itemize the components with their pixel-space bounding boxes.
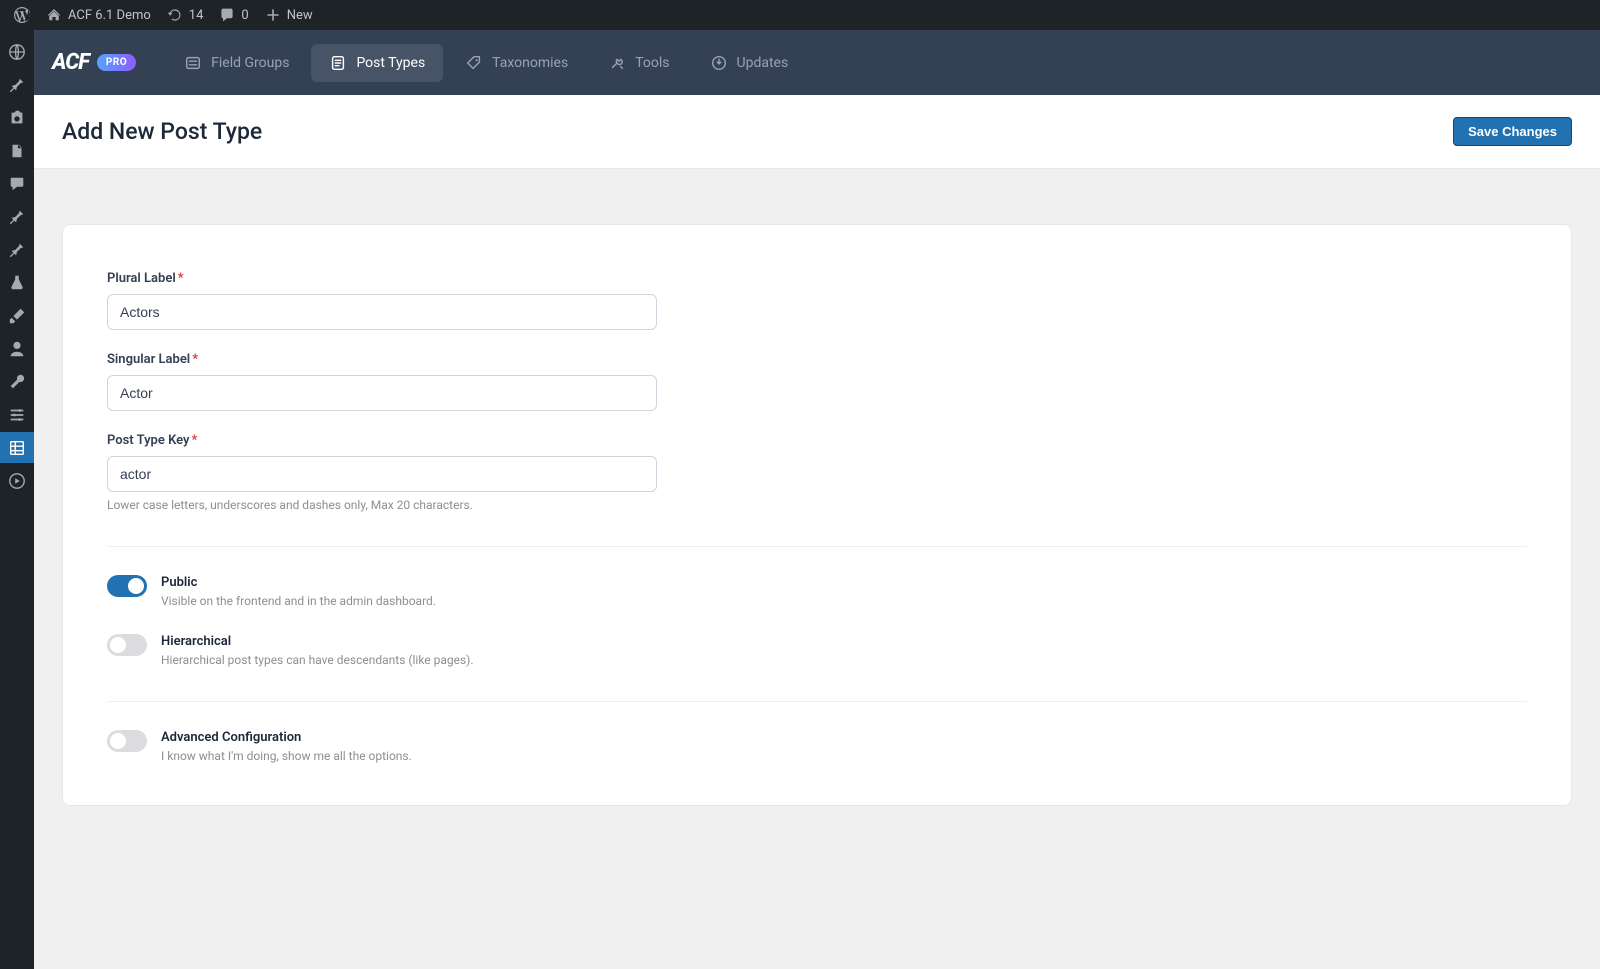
acf-header: ACF PRO Field Groups Post Types Taxonomi… [34,30,1600,95]
plural-label-input[interactable] [107,294,657,330]
public-label: Public [161,575,436,590]
updates-count: 14 [189,8,204,23]
media-icon [8,109,26,127]
wp-sidebar [0,30,34,969]
sidebar-item-dashboard[interactable] [0,36,34,67]
lab-icon [8,274,26,292]
key-label: Post Type Key* [107,433,657,448]
plus-icon [265,7,281,23]
field-singular-label: Singular Label* [107,352,657,411]
advanced-label: Advanced Configuration [161,730,412,745]
wp-logo[interactable] [6,7,38,23]
divider [107,546,1527,547]
page-titlebar: Add New Post Type Save Changes [34,95,1600,169]
sidebar-item-tools[interactable] [0,366,34,397]
sidebar-item-users[interactable] [0,333,34,364]
pro-badge: PRO [97,54,136,71]
nav-tools[interactable]: Tools [590,44,687,82]
nav-taxonomies[interactable]: Taxonomies [447,44,586,82]
nav-field-groups[interactable]: Field Groups [166,44,307,82]
singular-label-label: Singular Label* [107,352,657,367]
site-link[interactable]: ACF 6.1 Demo [38,7,159,23]
settings-card: Plural Label* Singular Label* Post Type … [62,224,1572,806]
comment-icon [219,7,235,23]
wrench-icon [8,373,26,391]
wp-adminbar: ACF 6.1 Demo 14 0 New [0,0,1600,30]
nav-post-types[interactable]: Post Types [311,44,443,82]
acf-nav: Field Groups Post Types Taxonomies Tools… [166,44,806,82]
field-plural-label: Plural Label* [107,271,657,330]
new-link[interactable]: New [257,7,321,23]
grid-icon [8,439,26,457]
sidebar-item-pin1[interactable] [0,69,34,100]
post-icon [329,54,347,72]
main-content: ACF PRO Field Groups Post Types Taxonomi… [34,30,1600,969]
comments-link[interactable]: 0 [211,7,256,23]
nav-label: Taxonomies [492,55,568,71]
advanced-switch[interactable] [107,730,147,752]
pin-icon [8,208,26,226]
chat-icon [8,175,26,193]
pin-icon [8,241,26,259]
public-desc: Visible on the frontend and in the admin… [161,594,436,608]
required-indicator: * [192,352,198,367]
sidebar-item-pin2[interactable] [0,201,34,232]
public-switch[interactable] [107,575,147,597]
toggle-public: Public Visible on the frontend and in th… [107,575,1527,608]
plural-label-label: Plural Label* [107,271,657,286]
sidebar-item-appearance[interactable] [0,300,34,331]
key-input[interactable] [107,456,657,492]
book-icon [8,142,26,160]
singular-label-input[interactable] [107,375,657,411]
site-name: ACF 6.1 Demo [68,8,151,23]
acf-logo-wrap: ACF PRO [52,50,136,75]
sidebar-item-acf[interactable] [0,432,34,463]
required-indicator: * [178,271,184,286]
advanced-desc: I know what I'm doing, show me all the o… [161,749,412,763]
sidebar-item-comments[interactable] [0,168,34,199]
play-icon [8,472,26,490]
nav-updates[interactable]: Updates [692,44,807,82]
list-icon [184,54,202,72]
toggle-advanced: Advanced Configuration I know what I'm d… [107,730,1527,763]
nav-label: Field Groups [211,55,289,71]
hierarchical-desc: Hierarchical post types can have descend… [161,653,474,667]
sidebar-item-media[interactable] [0,102,34,133]
refresh-icon [167,7,183,23]
toggle-hierarchical: Hierarchical Hierarchical post types can… [107,634,1527,667]
comments-count: 0 [241,8,248,23]
home-icon [46,7,62,23]
new-label: New [287,8,313,23]
updates-link[interactable]: 14 [159,7,212,23]
nav-label: Tools [635,55,669,71]
nav-label: Post Types [356,55,425,71]
pin-icon [8,76,26,94]
brush-icon [8,307,26,325]
download-icon [710,54,728,72]
page-title: Add New Post Type [62,118,262,145]
divider [107,701,1527,702]
sidebar-item-lab[interactable] [0,267,34,298]
key-help: Lower case letters, underscores and dash… [107,498,657,512]
field-post-type-key: Post Type Key* Lower case letters, under… [107,433,657,512]
sidebar-item-pin3[interactable] [0,234,34,265]
acf-logo: ACF [52,50,89,75]
tools-icon [608,54,626,72]
required-indicator: * [192,433,198,448]
tag-icon [465,54,483,72]
save-button[interactable]: Save Changes [1453,117,1572,146]
globe-icon [8,43,26,61]
wordpress-icon [14,7,30,23]
sidebar-item-settings[interactable] [0,399,34,430]
nav-label: Updates [737,55,789,71]
sidebar-item-pages[interactable] [0,135,34,166]
hierarchical-label: Hierarchical [161,634,474,649]
user-icon [8,340,26,358]
hierarchical-switch[interactable] [107,634,147,656]
sidebar-item-collapse[interactable] [0,465,34,496]
sliders-icon [8,406,26,424]
content-wrap: Plural Label* Singular Label* Post Type … [34,169,1600,834]
